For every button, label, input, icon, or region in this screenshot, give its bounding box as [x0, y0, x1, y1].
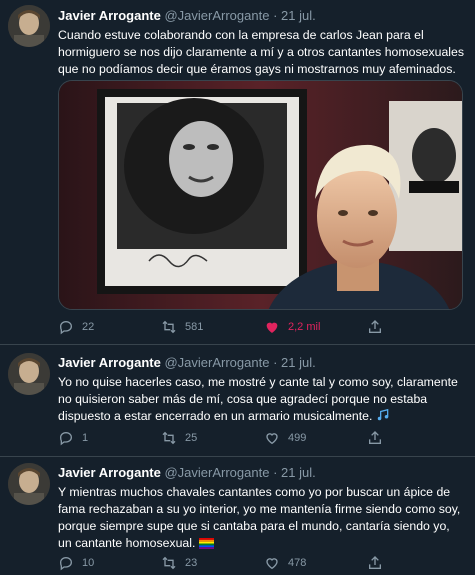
- music-notes-icon: [377, 408, 389, 421]
- tweet-header: Javier Arrogante @JavierArrogante · 21 j…: [58, 465, 465, 481]
- reply-count: 10: [82, 557, 95, 569]
- tweet-text-block: Yo no quise hacerles caso, me mostré y c…: [58, 374, 465, 425]
- share-icon: [369, 320, 381, 333]
- reply-count: 1: [82, 432, 89, 444]
- tweet-date[interactable]: 21 jul.: [281, 465, 316, 480]
- avatar[interactable]: [8, 5, 50, 47]
- separator-dot: ·: [273, 465, 278, 480]
- avatar[interactable]: [8, 353, 50, 395]
- retweet-count: 25: [185, 432, 198, 444]
- tweet-actions: 1 25 499: [58, 429, 470, 447]
- tweet-text: Cuando estuve colaborando con la empresa…: [58, 28, 465, 76]
- reply-button[interactable]: 22: [58, 318, 161, 336]
- reply-button[interactable]: 10: [58, 554, 161, 572]
- share-icon: [369, 556, 381, 569]
- author-handle[interactable]: @JavierArrogante: [164, 355, 269, 370]
- author-handle[interactable]: @JavierArrogante: [164, 8, 269, 23]
- author-name[interactable]: Javier Arrogante: [58, 8, 161, 23]
- share-button[interactable]: [367, 318, 470, 336]
- tweet[interactable]: Javier Arrogante @JavierArrogante · 21 j…: [0, 0, 475, 345]
- reply-count: 22: [82, 321, 95, 333]
- share-button[interactable]: [367, 429, 470, 447]
- tweet-date[interactable]: 21 jul.: [281, 355, 316, 370]
- tweet-actions: 10 23 478: [58, 554, 470, 572]
- reply-icon: [59, 320, 73, 335]
- photo-illustration: [59, 81, 462, 309]
- reply-button[interactable]: 1: [58, 429, 161, 447]
- heart-icon: [266, 558, 278, 570]
- separator-dot: ·: [273, 355, 278, 370]
- heart-icon: [266, 433, 278, 445]
- tweet[interactable]: Javier Arrogante @JavierArrogante · 21 j…: [0, 345, 475, 457]
- tweet-header: Javier Arrogante @JavierArrogante · 21 j…: [58, 8, 465, 24]
- tweet-text-block: Y mientras muchos chavales cantantes com…: [58, 484, 465, 552]
- author-handle[interactable]: @JavierArrogante: [164, 465, 269, 480]
- like-button[interactable]: 2,2 mil: [264, 318, 367, 336]
- like-count: 478: [288, 557, 307, 569]
- like-count: 499: [288, 432, 307, 444]
- retweet-icon: [162, 431, 176, 445]
- author-name[interactable]: Javier Arrogante: [58, 355, 161, 370]
- retweet-icon: [162, 556, 176, 570]
- rainbow-flag-icon: [198, 538, 214, 549]
- retweet-count: 23: [185, 557, 198, 569]
- tweet-text: Y mientras muchos chavales cantantes com…: [58, 485, 461, 550]
- share-button[interactable]: [367, 554, 470, 572]
- like-button[interactable]: 499: [264, 429, 367, 447]
- reply-icon: [59, 556, 73, 571]
- tweet-text: Yo no quise hacerles caso, me mostré y c…: [58, 375, 458, 423]
- tweet-actions: 22 581 2,2 mil: [58, 318, 470, 336]
- tweet-date[interactable]: 21 jul.: [281, 8, 316, 23]
- retweet-count: 581: [185, 321, 204, 333]
- reply-icon: [59, 431, 73, 446]
- retweet-button[interactable]: 581: [161, 318, 264, 336]
- share-icon: [369, 431, 381, 444]
- retweet-icon: [162, 320, 176, 334]
- tweet-header: Javier Arrogante @JavierArrogante · 21 j…: [58, 355, 465, 371]
- avatar[interactable]: [8, 463, 50, 505]
- author-name[interactable]: Javier Arrogante: [58, 465, 161, 480]
- tweet-media-image[interactable]: [58, 80, 463, 310]
- tweet[interactable]: Javier Arrogante @JavierArrogante · 21 j…: [0, 457, 475, 575]
- heart-filled-icon: [266, 322, 278, 333]
- separator-dot: ·: [273, 8, 278, 23]
- like-count: 2,2 mil: [288, 321, 321, 333]
- retweet-button[interactable]: 25: [161, 429, 264, 447]
- like-button[interactable]: 478: [264, 554, 367, 572]
- retweet-button[interactable]: 23: [161, 554, 264, 572]
